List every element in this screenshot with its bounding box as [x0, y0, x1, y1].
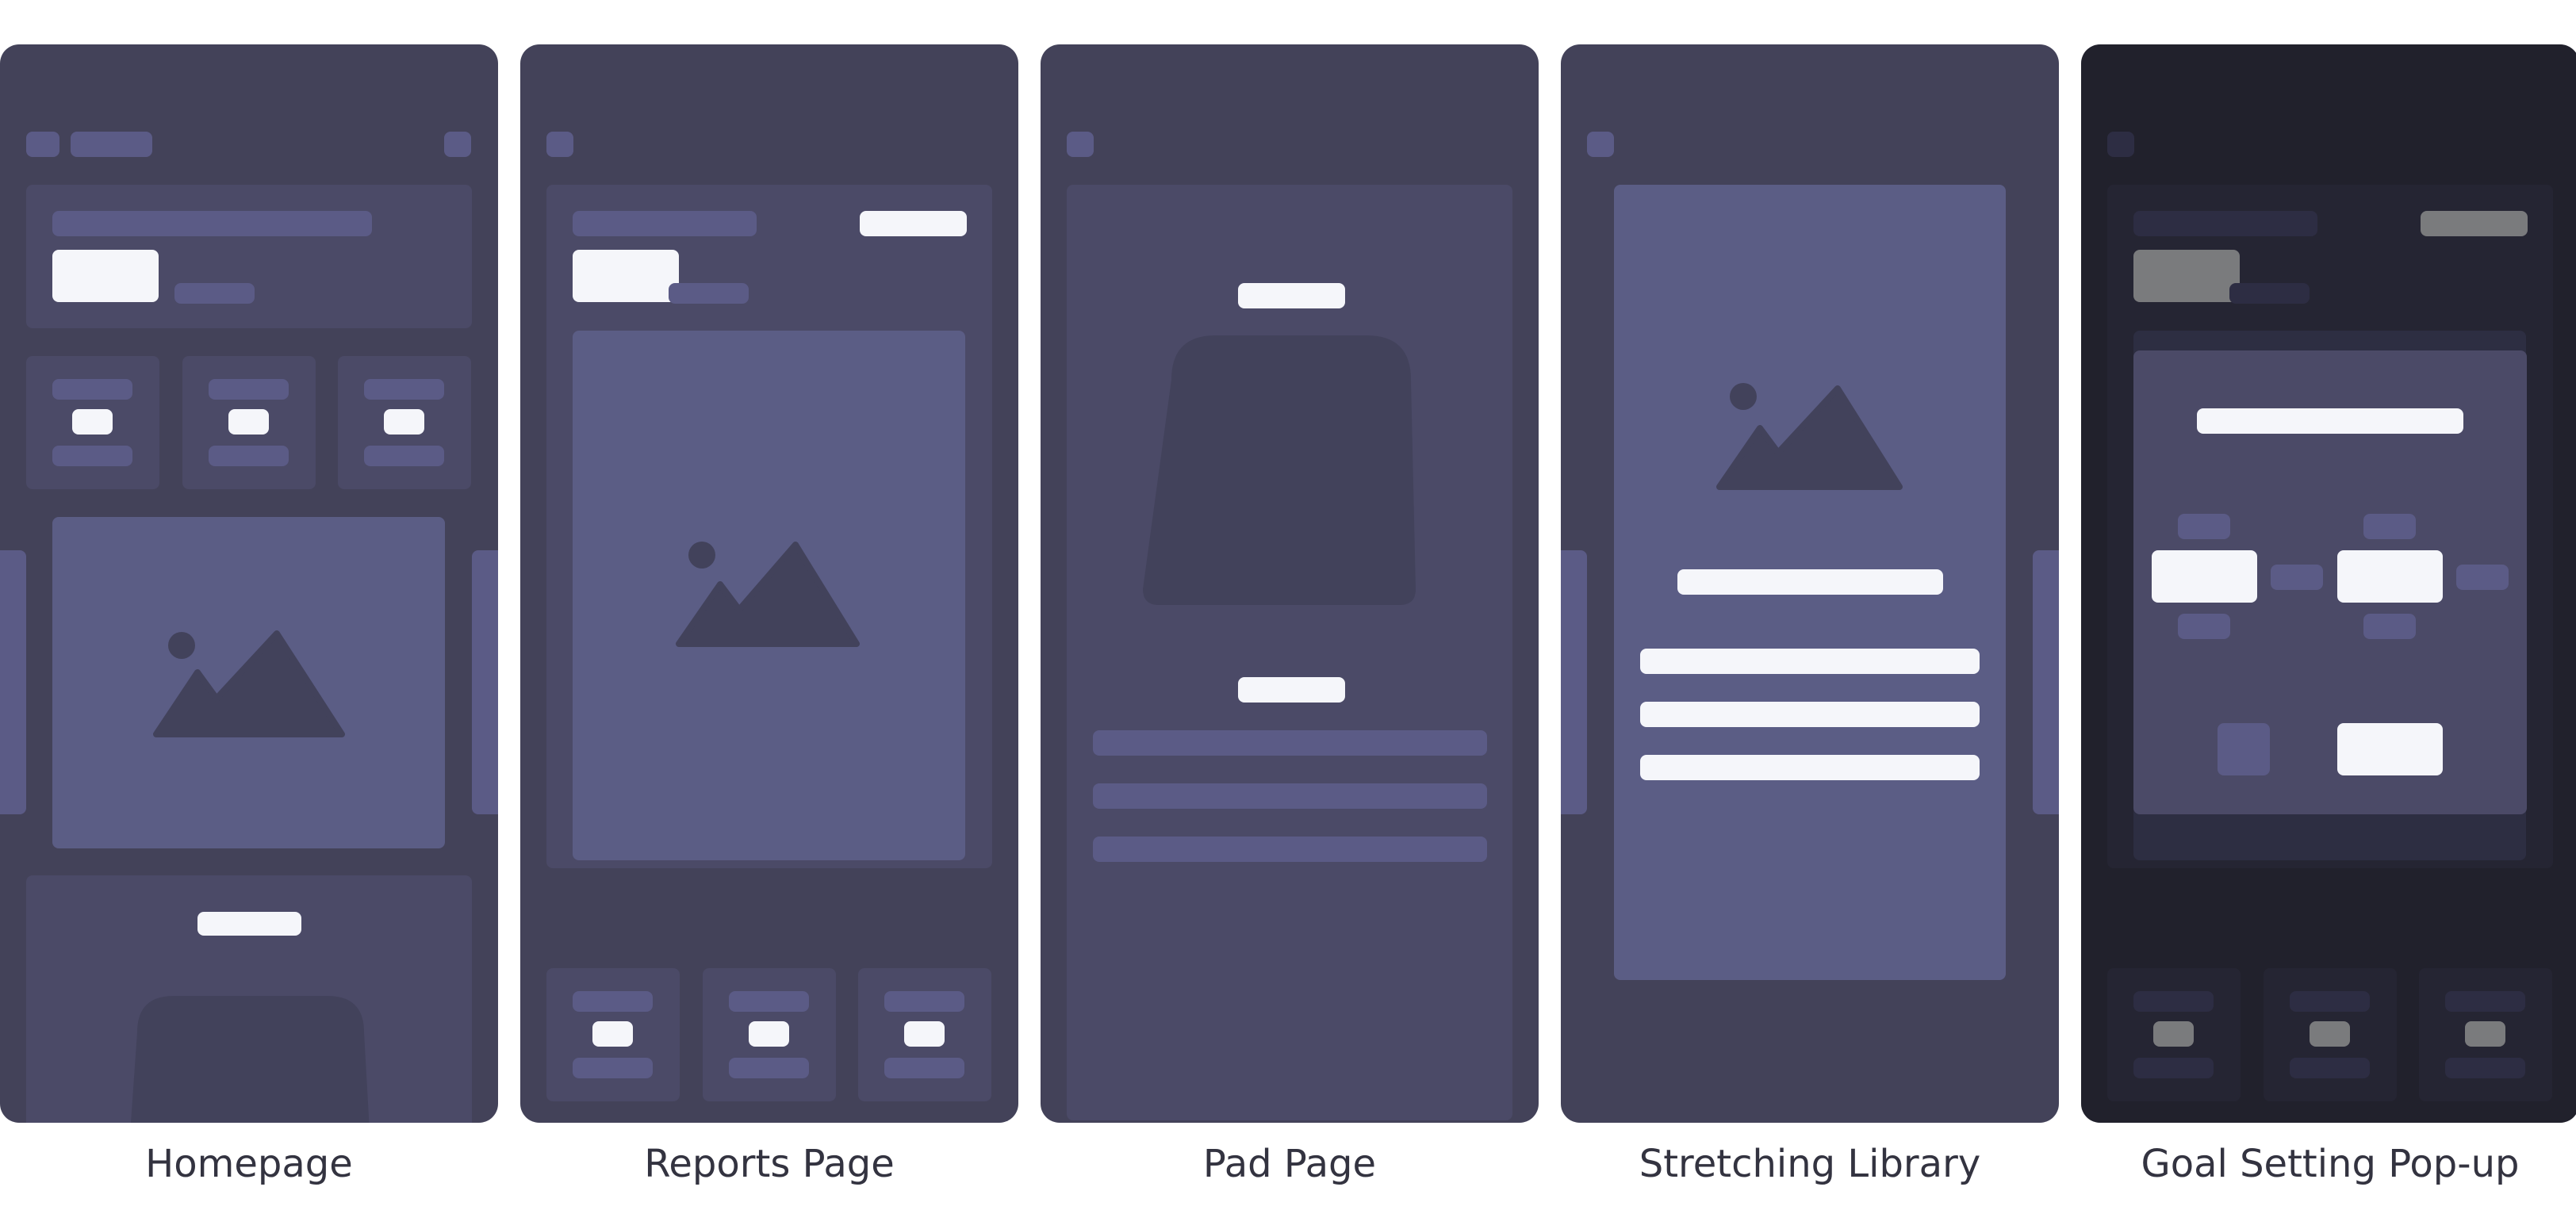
report-card — [546, 185, 992, 868]
decrement-button[interactable] — [2178, 614, 2230, 639]
report-chart-area — [573, 331, 965, 860]
report-heading-placeholder — [573, 211, 757, 236]
summary-heading-placeholder — [52, 211, 372, 236]
pad-shape — [130, 996, 370, 1123]
image-placeholder-icon — [1716, 383, 1903, 490]
pad-preview-card[interactable] — [26, 875, 472, 1123]
stat-label-placeholder — [364, 379, 444, 400]
stretch-info-line — [1640, 649, 1980, 674]
image-placeholder-icon — [153, 630, 345, 737]
image-placeholder-icon — [676, 542, 860, 647]
summary-unit-placeholder — [174, 283, 255, 304]
stat-sub-placeholder — [573, 1058, 653, 1078]
stat-value-highlight — [384, 409, 424, 435]
back-icon[interactable] — [1067, 132, 1094, 157]
stat-label-placeholder — [573, 991, 653, 1012]
stretch-info-line — [1640, 755, 1980, 780]
pad-shape — [1143, 335, 1416, 605]
back-icon[interactable] — [1587, 132, 1614, 157]
pad-info-line — [1093, 837, 1487, 862]
stat-value-highlight — [72, 409, 113, 435]
confirm-button[interactable] — [2337, 723, 2443, 775]
pad-info-line — [1093, 783, 1487, 809]
screen-caption: Pad Page — [1202, 1142, 1377, 1186]
carousel-prev-card[interactable] — [0, 550, 26, 814]
screen-caption: Stretching Library — [1639, 1142, 1981, 1186]
stat-sub-placeholder — [364, 446, 444, 466]
profile-icon[interactable] — [444, 132, 471, 157]
stretch-title-highlight — [1677, 569, 1943, 595]
stat-label-placeholder — [884, 991, 964, 1012]
separator-placeholder — [2271, 565, 2323, 590]
stat-card[interactable] — [338, 356, 471, 489]
stat-sub-placeholder — [729, 1058, 809, 1078]
stat-value-highlight — [592, 1021, 633, 1047]
stat-label-placeholder — [209, 379, 289, 400]
decrement-button[interactable] — [2363, 614, 2416, 639]
pad-card — [1067, 185, 1512, 1120]
stat-card[interactable] — [858, 968, 991, 1101]
stretching-library-screen — [1561, 44, 2059, 1123]
stat-card[interactable] — [182, 356, 316, 489]
summary-card — [26, 185, 472, 328]
app-title-placeholder — [71, 132, 152, 157]
screen-caption: Reports Page — [644, 1142, 895, 1186]
stat-card[interactable] — [703, 968, 836, 1101]
cancel-button[interactable] — [2218, 723, 2270, 775]
increment-button[interactable] — [2178, 514, 2230, 539]
goal-value-field[interactable] — [2152, 550, 2257, 603]
stat-label-placeholder — [52, 379, 132, 400]
popup-title-highlight — [2197, 408, 2463, 434]
goal-popup — [2133, 350, 2527, 814]
stat-card[interactable] — [546, 968, 680, 1101]
increment-button[interactable] — [2363, 514, 2416, 539]
goal-setting-screen — [2081, 44, 2576, 1123]
carousel-next-card[interactable] — [2033, 550, 2059, 814]
summary-value-highlight — [52, 250, 159, 302]
stat-sub-placeholder — [884, 1058, 964, 1078]
carousel-next-card[interactable] — [472, 550, 498, 814]
pad-status-highlight[interactable] — [1238, 677, 1345, 703]
stretch-card[interactable] — [1614, 185, 2006, 980]
homepage-screen — [0, 44, 498, 1123]
pad-info-line — [1093, 730, 1487, 756]
carousel-image-card[interactable] — [52, 517, 445, 848]
carousel-prev-card[interactable] — [1561, 550, 1587, 814]
stretch-info-line — [1640, 702, 1980, 727]
pad-screen — [1041, 44, 1539, 1123]
period-selector[interactable] — [860, 211, 967, 236]
unit-placeholder — [2456, 565, 2509, 590]
menu-icon[interactable] — [26, 132, 59, 157]
stat-value-highlight — [904, 1021, 945, 1047]
back-icon[interactable] — [546, 132, 573, 157]
screen-caption: Homepage — [145, 1142, 353, 1186]
stat-value-highlight — [749, 1021, 789, 1047]
reports-screen — [520, 44, 1018, 1123]
stat-sub-placeholder — [52, 446, 132, 466]
stat-label-placeholder — [729, 991, 809, 1012]
stat-value-highlight — [228, 409, 269, 435]
stat-sub-placeholder — [209, 446, 289, 466]
report-unit-placeholder — [669, 283, 749, 304]
stat-card[interactable] — [26, 356, 159, 489]
goal-value-field[interactable] — [2337, 550, 2443, 603]
report-value-highlight — [573, 250, 679, 302]
screen-caption: Goal Setting Pop-up — [2141, 1142, 2520, 1186]
